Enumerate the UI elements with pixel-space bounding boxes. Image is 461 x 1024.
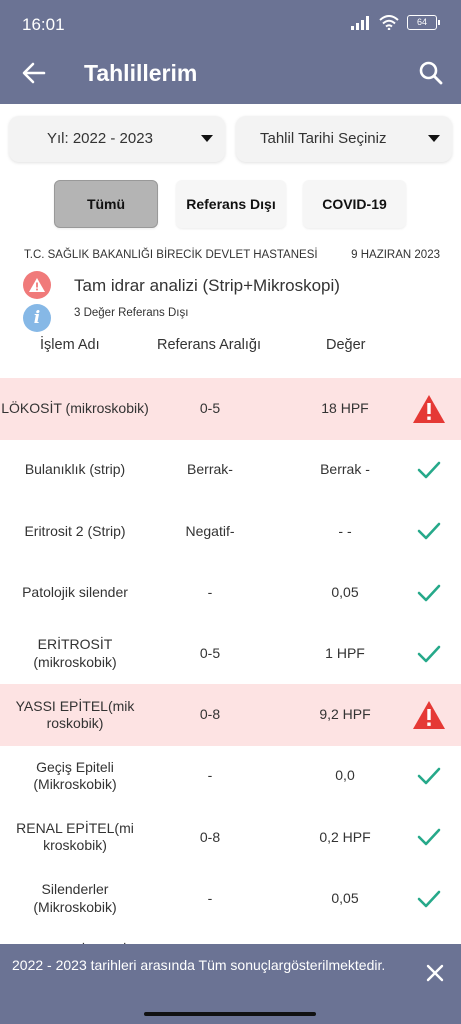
- warning-triangle-icon: [405, 684, 453, 746]
- wifi-icon: [379, 15, 399, 30]
- table-row: Geçiş Epiteli (Mikroskobik) - 0,0: [0, 745, 461, 807]
- snackbar: 2022 - 2023 tarihleri arasında Tüm sonuç…: [0, 944, 461, 1002]
- column-header-value: Değer: [326, 337, 366, 353]
- status-icons: 64: [351, 15, 440, 30]
- report-date: 9 HAZIRAN 2023: [351, 249, 440, 261]
- reference-range-cell: -: [207, 889, 213, 906]
- test-name-cell: RENAL EPİTEL(mi kroskobik): [16, 819, 134, 854]
- filter-out-of-range-button[interactable]: Referans Dışı: [176, 180, 286, 228]
- table-row: RENAL EPİTEL(mi kroskobik) 0-8 0,2 HPF: [0, 806, 461, 868]
- test-name-cell: LÖKOSİT (mikroskobik): [1, 400, 149, 417]
- warning-triangle-icon: [405, 378, 453, 440]
- value-cell: - -: [338, 522, 352, 539]
- signal-icon: [351, 15, 369, 30]
- date-dropdown-label: Tahlil Tarihi Seçiniz: [260, 130, 387, 147]
- out-of-range-note: 3 Değer Referans Dışı: [74, 307, 189, 319]
- table-row: Eritrosit 2 (Strip) Negatif- - -: [0, 500, 461, 562]
- column-header-reference: Referans Aralığı: [157, 337, 261, 353]
- back-arrow-icon[interactable]: [20, 59, 48, 87]
- value-cell: 0,2 HPF: [319, 828, 371, 845]
- test-name-cell: Eritrosit 2 (Strip): [24, 522, 126, 539]
- test-name-cell: Bulanıklık (strip): [24, 461, 126, 478]
- app-bar: Tahlillerim: [0, 44, 461, 104]
- test-name-cell: Geçiş Epiteli (Mikroskobik): [33, 758, 117, 793]
- warning-icon: [23, 271, 51, 299]
- year-dropdown[interactable]: Yıl: 2022 - 2023: [9, 116, 225, 162]
- check-icon: [405, 562, 453, 624]
- search-icon[interactable]: [417, 59, 445, 87]
- hospital-name: T.C. SAĞLIK BAKANLIĞI BİRECİK DEVLET HAS…: [24, 249, 318, 261]
- reference-range-cell: 0-5: [199, 645, 221, 662]
- check-icon: [405, 745, 453, 807]
- reference-range-cell: Negatif-: [185, 522, 235, 539]
- reference-range-cell: 0-8: [199, 706, 221, 723]
- table-row: LÖKOSİT (mikroskobik) 0-5 18 HPF: [0, 378, 461, 440]
- reference-range-cell: 0-5: [199, 400, 221, 417]
- snackbar-message: 2022 - 2023 tarihleri arasında Tüm sonuç…: [12, 957, 386, 973]
- reference-range-cell: -: [207, 767, 213, 784]
- chevron-down-icon: [201, 135, 213, 142]
- reference-range-cell: -: [207, 583, 213, 600]
- check-icon: [405, 868, 453, 930]
- table-row: Patolojik silender - 0,05: [0, 562, 461, 624]
- value-cell: Berrak -: [320, 461, 370, 478]
- table-row: ERİTROSİT (mikroskobik) 0-5 1 HPF: [0, 623, 461, 685]
- home-indicator[interactable]: [144, 1012, 316, 1016]
- table-row: Bulanıklık (strip) Berrak- Berrak -: [0, 439, 461, 501]
- value-cell: 0,0: [335, 767, 355, 784]
- check-icon: [405, 806, 453, 868]
- check-icon: [405, 623, 453, 685]
- year-dropdown-label: Yıl: 2022 - 2023: [47, 130, 153, 147]
- chevron-down-icon: [428, 135, 440, 142]
- check-icon: [405, 500, 453, 562]
- close-icon[interactable]: [425, 963, 445, 983]
- test-title: Tam idrar analizi (Strip+Mikroskopi): [74, 276, 340, 295]
- table-row: Silenderler (Mikroskobik) - 0,05: [0, 868, 461, 930]
- page-title: Tahlillerim: [84, 60, 198, 86]
- test-name-cell: Silenderler (Mikroskobik): [33, 881, 117, 915]
- table-row: YASSI EPİTEL(mik roskobik) 0-8 9,2 HPF: [0, 684, 461, 746]
- reference-range-cell: Berrak-: [187, 461, 233, 478]
- check-icon: [405, 439, 453, 501]
- test-name-cell: Patolojik silender: [22, 583, 128, 600]
- reference-range-cell: 0-8: [199, 828, 221, 845]
- info-icon: i: [23, 304, 51, 332]
- value-cell: 1 HPF: [325, 645, 365, 662]
- date-dropdown[interactable]: Tahlil Tarihi Seçiniz: [236, 116, 452, 162]
- column-header-name: İşlem Adı: [40, 337, 100, 353]
- value-cell: 0,05: [331, 583, 359, 600]
- value-cell: 9,2 HPF: [319, 706, 371, 723]
- test-name-cell: ERİTROSİT (mikroskobik): [33, 636, 117, 670]
- filter-covid-button[interactable]: COVID-19: [303, 180, 406, 228]
- value-cell: 0,05: [331, 889, 359, 906]
- status-bar: 16:01 64: [0, 0, 461, 44]
- test-name-cell: YASSI EPİTEL(mik roskobik): [15, 697, 135, 732]
- status-time: 16:01: [22, 15, 65, 34]
- battery-icon: 64: [407, 15, 440, 30]
- system-nav-bar: [0, 1002, 461, 1024]
- filter-all-button[interactable]: Tümü: [54, 180, 158, 228]
- value-cell: 18 HPF: [321, 400, 369, 417]
